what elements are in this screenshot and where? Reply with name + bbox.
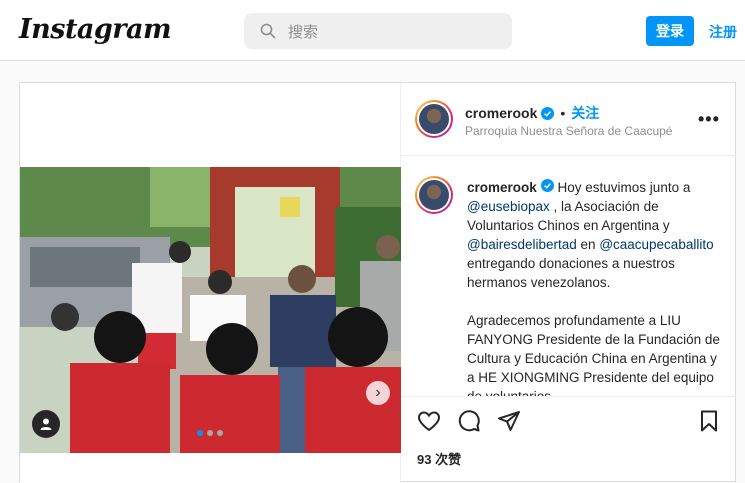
carousel-next-button[interactable]: › bbox=[366, 381, 390, 405]
post-sidebar: cromerook • 关注 Parroquia Nuestra Señora … bbox=[401, 83, 736, 483]
post-location[interactable]: Parroquia Nuestra Señora de Caacupé bbox=[465, 124, 672, 138]
instagram-logo[interactable]: Instagram bbox=[19, 14, 172, 45]
author-avatar[interactable] bbox=[415, 100, 453, 138]
post-caption-section: cromerook Hoy estuvimos junto a @eusebio… bbox=[401, 156, 736, 396]
post-photo[interactable]: › bbox=[20, 167, 401, 453]
login-button[interactable]: 登录 bbox=[646, 16, 694, 46]
caption-text: en bbox=[576, 237, 600, 252]
follow-button[interactable]: 关注 bbox=[571, 103, 599, 123]
author-username[interactable]: cromerook bbox=[465, 105, 537, 121]
caption-avatar[interactable] bbox=[415, 176, 453, 214]
more-options-icon[interactable]: ••• bbox=[698, 109, 720, 130]
carousel-dot bbox=[197, 430, 203, 436]
search-input[interactable]: 搜索 bbox=[288, 21, 318, 42]
caption-text: Hoy estuvimos junto a bbox=[553, 180, 691, 195]
comment-icon[interactable] bbox=[457, 409, 481, 433]
post-media: › bbox=[20, 83, 401, 483]
caption-paragraph: Agradecemos profundamente a LIU FANYONG … bbox=[467, 313, 720, 396]
post-header: cromerook • 关注 Parroquia Nuestra Señora … bbox=[401, 83, 736, 156]
bookmark-icon[interactable] bbox=[697, 409, 721, 433]
mention-link[interactable]: @bairesdelibertad bbox=[467, 237, 577, 252]
carousel-indicator bbox=[197, 430, 223, 436]
search-box[interactable]: 搜索 bbox=[244, 13, 512, 49]
search-icon bbox=[260, 23, 276, 39]
share-icon[interactable] bbox=[497, 409, 521, 433]
user-tag-icon bbox=[40, 418, 52, 430]
post-actions: 93 次赞 bbox=[401, 396, 736, 483]
caption-username[interactable]: cromerook bbox=[467, 180, 537, 195]
signup-link[interactable]: 注册 bbox=[709, 22, 737, 42]
top-navigation-bar: Instagram 搜索 登录 注册 bbox=[0, 0, 745, 61]
chevron-right-icon: › bbox=[375, 384, 381, 401]
heart-icon[interactable] bbox=[417, 409, 441, 433]
mention-link[interactable]: @eusebiopax bbox=[467, 199, 550, 214]
separator-dot: • bbox=[560, 105, 566, 121]
user-tag-button[interactable] bbox=[32, 410, 60, 438]
post-caption: cromerook Hoy estuvimos junto a @eusebio… bbox=[467, 178, 725, 396]
author-line: cromerook • 关注 bbox=[465, 103, 599, 123]
verified-badge-icon bbox=[541, 106, 555, 120]
mention-link[interactable]: @caacupecaballito bbox=[599, 237, 713, 252]
verified-badge-icon bbox=[540, 179, 554, 192]
carousel-dot bbox=[217, 430, 223, 436]
carousel-dot bbox=[207, 430, 213, 436]
post-card: › cromerook • 关注 Parroquia Nuestra Señor… bbox=[19, 82, 736, 483]
caption-text: entregando donaciones a nuestros hermano… bbox=[467, 256, 675, 290]
likes-count[interactable]: 93 次赞 bbox=[417, 449, 461, 468]
